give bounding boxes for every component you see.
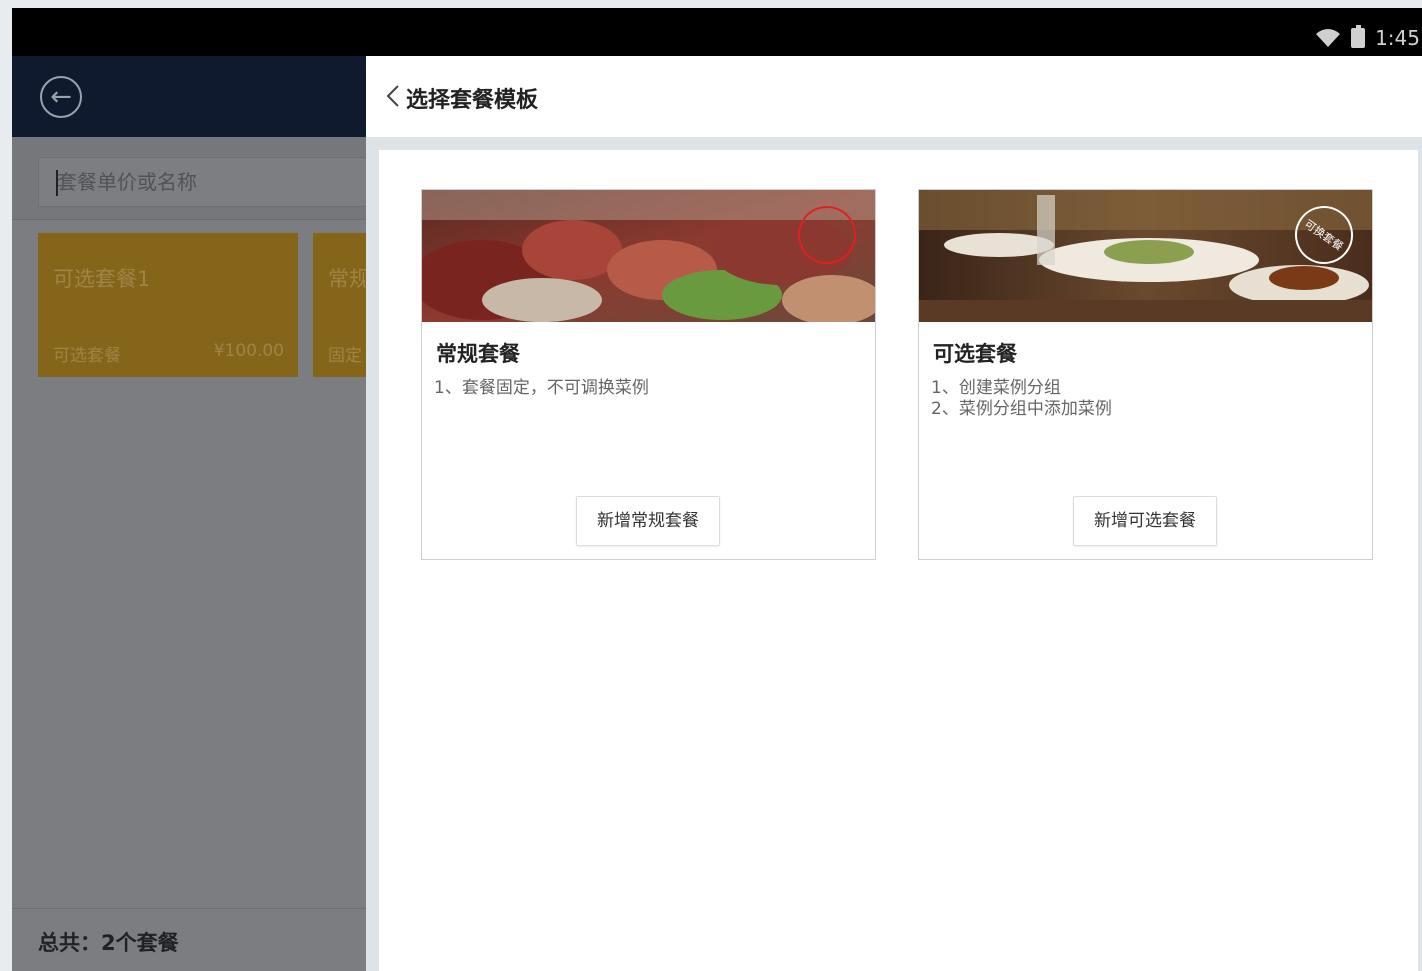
status-bar: 1:45 bbox=[12, 8, 1422, 56]
template-select-panel: 选择套餐模板 常规套餐 1、套餐固定，不可调换菜例 新增常规套餐 可换套餐 可选… bbox=[366, 56, 1422, 971]
template-content: 常规套餐 1、套餐固定，不可调换菜例 新增常规套餐 可换套餐 可选套餐 1、创建… bbox=[379, 150, 1418, 971]
app-frame: 1:45 ← 套餐单价或名称 可选套餐1 可选套餐 ¥100.00 常规 固定 … bbox=[12, 8, 1422, 971]
add-regular-package-button[interactable]: 新增常规套餐 bbox=[576, 496, 720, 546]
card-title: 可选套餐 bbox=[933, 342, 1017, 366]
panel-header: 选择套餐模板 bbox=[366, 56, 1422, 137]
back-arrow-icon[interactable]: ← bbox=[40, 76, 82, 118]
card-desc-line: 1、创建菜例分组 bbox=[931, 378, 1061, 398]
search-input[interactable]: 套餐单价或名称 bbox=[38, 157, 378, 207]
package-total: 总共：2个套餐 bbox=[38, 931, 179, 955]
card-description: 1、套餐固定，不可调换菜例 bbox=[434, 378, 649, 399]
package-name: 可选套餐1 bbox=[53, 267, 151, 291]
wifi-icon bbox=[1316, 29, 1341, 47]
package-type: 固定 bbox=[328, 346, 362, 366]
card-title: 常规套餐 bbox=[436, 342, 520, 366]
search-placeholder: 套餐单价或名称 bbox=[57, 170, 197, 194]
left-header: ← bbox=[12, 56, 366, 137]
optional-package-card: 可换套餐 可选套餐 1、创建菜例分组 2、菜例分组中添加菜例 新增可选套餐 bbox=[918, 189, 1373, 560]
chevron-left-icon[interactable] bbox=[386, 84, 400, 108]
package-count-footer: 总共：2个套餐 bbox=[12, 908, 366, 971]
status-time: 1:45 bbox=[1375, 26, 1420, 50]
add-optional-package-button[interactable]: 新增可选套餐 bbox=[1073, 496, 1217, 546]
regular-package-image bbox=[422, 190, 875, 322]
card-description: 1、创建菜例分组 2、菜例分组中添加菜例 bbox=[931, 378, 1112, 420]
search-area: 套餐单价或名称 bbox=[12, 137, 378, 220]
package-name: 常规 bbox=[328, 267, 370, 291]
package-type: 可选套餐 bbox=[53, 346, 121, 366]
status-icons: 1:45 bbox=[1315, 25, 1420, 50]
optional-package-image: 可换套餐 bbox=[919, 190, 1372, 322]
package-price: ¥100.00 bbox=[213, 341, 284, 361]
battery-icon bbox=[1351, 25, 1366, 48]
page-title: 选择套餐模板 bbox=[406, 88, 539, 113]
package-card[interactable]: 可选套餐1 可选套餐 ¥100.00 bbox=[38, 233, 298, 377]
regular-package-card: 常规套餐 1、套餐固定，不可调换菜例 新增常规套餐 bbox=[421, 189, 876, 560]
package-list-panel: ← 套餐单价或名称 可选套餐1 可选套餐 ¥100.00 常规 固定 总共：2个… bbox=[12, 56, 573, 971]
card-desc-line: 2、菜例分组中添加菜例 bbox=[931, 399, 1112, 419]
card-desc-line: 1、套餐固定，不可调换菜例 bbox=[434, 378, 649, 398]
